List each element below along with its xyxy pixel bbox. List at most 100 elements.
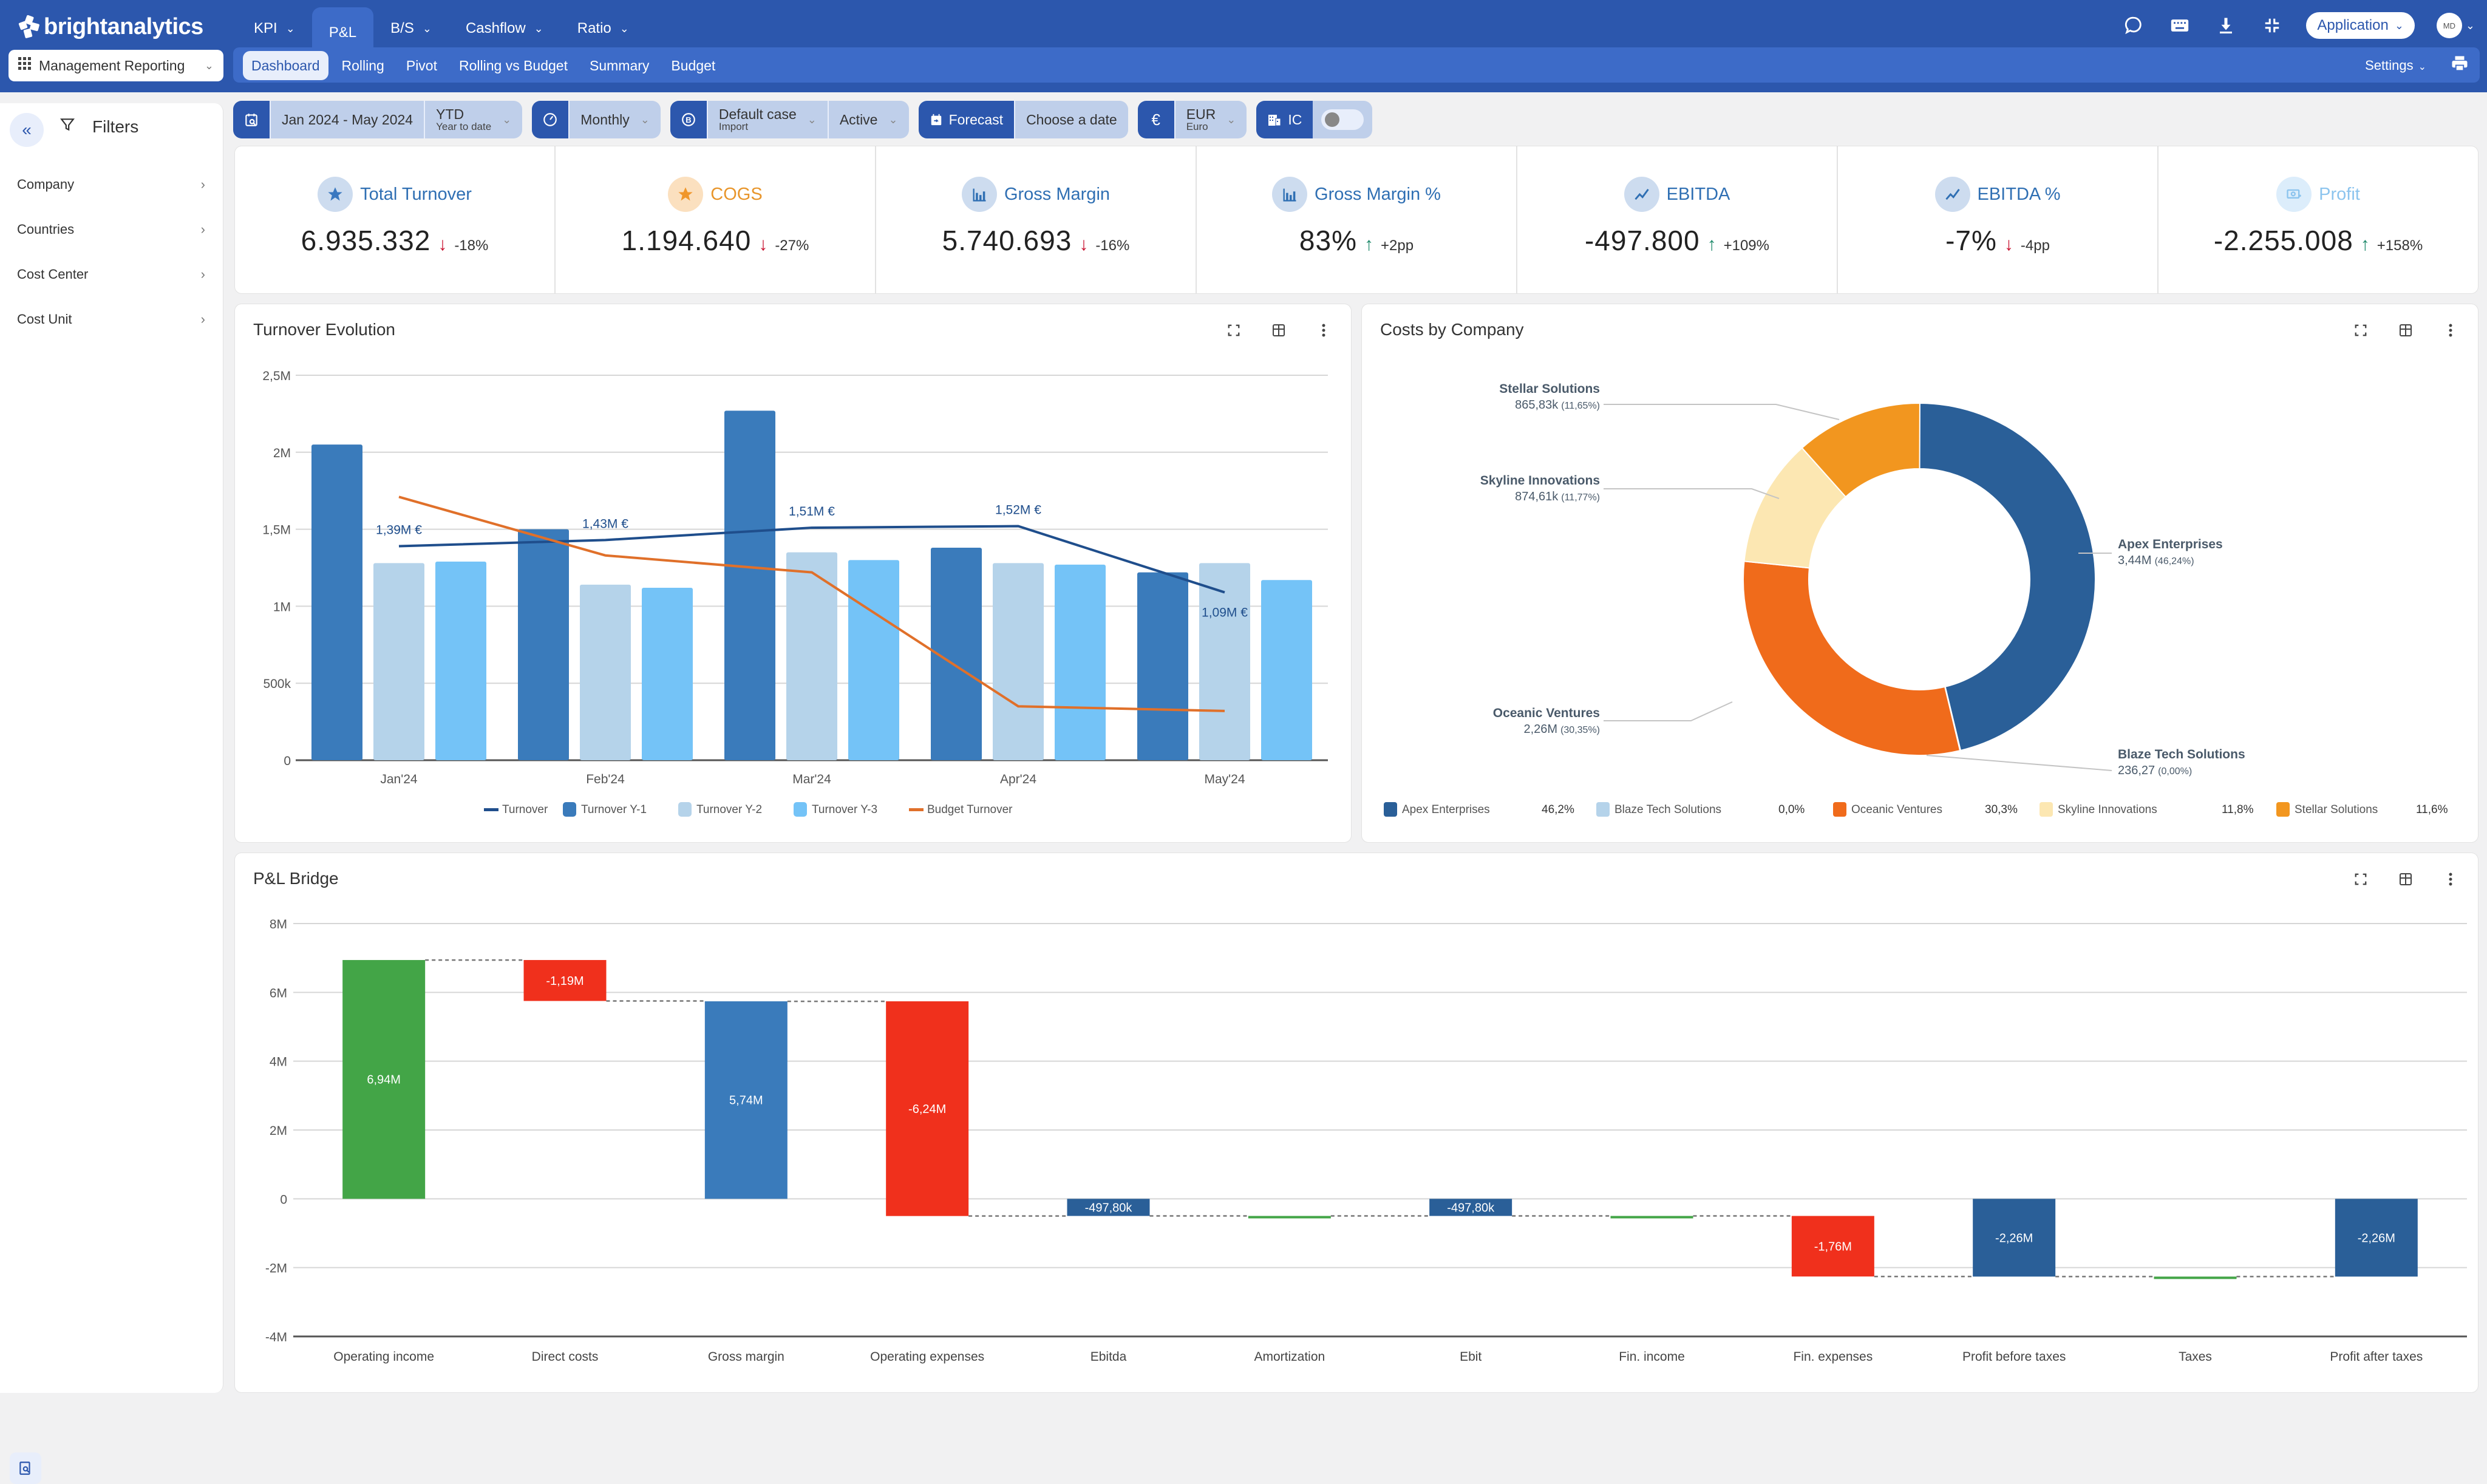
kpi-card-gross-margin[interactable]: Gross Margin 5.740.693 ↓ -16%	[876, 146, 1197, 293]
kpi-card-ebitda[interactable]: EBITDA % -7% ↓ -4pp	[1838, 146, 2159, 293]
forecast-date-input[interactable]: Choose a date	[1014, 101, 1128, 138]
filter-bar: Jan 2024 - May 2024 YTD Year to date ⌄ Mo…	[233, 101, 1373, 138]
bar-turnover-y-3-3[interactable]	[1055, 564, 1106, 760]
ic-toggle[interactable]	[1321, 109, 1364, 130]
chevron-right-icon: ›	[200, 311, 205, 327]
y-tick-label: 1,5M	[262, 523, 291, 537]
report-search-button[interactable]	[10, 1452, 41, 1484]
sub-tab-pivot[interactable]: Pivot	[398, 51, 446, 80]
filter-item-cost-unit[interactable]: Cost Unit ›	[17, 301, 205, 338]
kpi-header: Total Turnover	[235, 177, 554, 212]
bar-turnover-y-1-0[interactable]	[311, 444, 362, 760]
status-value: Active	[839, 111, 878, 128]
bar-turnover-y-1-2[interactable]	[724, 410, 775, 760]
bridge-value-label: -497,80k	[1085, 1201, 1133, 1214]
bar-turnover-y-3-0[interactable]	[435, 561, 486, 760]
x-tick-label: Feb'24	[586, 772, 625, 786]
bridge-value-label: -2,26M	[2358, 1231, 2395, 1245]
forecast-toggle[interactable]: Forecast	[918, 101, 1015, 138]
legend-label[interactable]: Blaze Tech Solutions	[1614, 803, 1721, 816]
user-menu[interactable]: MD ⌄	[2436, 13, 2475, 38]
kpi-card-gross-margin[interactable]: Gross Margin % 83% ↑ +2pp	[1197, 146, 1517, 293]
scenario-select[interactable]: Default case Import ⌄	[706, 101, 828, 138]
sub-tab-rolling-vs-budget[interactable]: Rolling vs Budget	[451, 51, 576, 80]
sub-tab-dashboard[interactable]: Dashboard	[243, 51, 328, 80]
filter-item-countries[interactable]: Countries ›	[17, 211, 205, 248]
print-icon[interactable]	[2451, 55, 2469, 77]
bar-turnover-y-1-4[interactable]	[1137, 572, 1188, 760]
main-tab-kpi[interactable]: KPI ⌄	[237, 7, 312, 50]
x-tick-label: Taxes	[2179, 1350, 2212, 1364]
bridge-bar-taxes[interactable]	[2154, 1276, 2237, 1279]
kpi-card-cogs[interactable]: COGS 1.194.640 ↓ -27%	[556, 146, 876, 293]
main-tab-ratio[interactable]: Ratio ⌄	[560, 7, 646, 50]
application-dropdown[interactable]: Application ⌄	[2306, 12, 2415, 39]
trend-line-icon	[1934, 177, 1970, 212]
main-tab-cashflow[interactable]: Cashflow ⌄	[449, 7, 560, 50]
bar-turnover-y-3-4[interactable]	[1261, 580, 1312, 760]
arrow-up-icon: ↑	[1364, 234, 1373, 254]
bar-turnover-y-3-1[interactable]	[642, 587, 693, 760]
kpi-header: Gross Margin	[876, 177, 1196, 212]
legend-label[interactable]: Turnover	[502, 803, 548, 816]
period-range[interactable]: Jan 2024 - May 2024	[270, 101, 424, 138]
currency-select[interactable]: EUR Euro ⌄	[1174, 101, 1247, 138]
sub-tab-budget[interactable]: Budget	[662, 51, 724, 80]
legend-label[interactable]: Stellar Solutions	[2295, 803, 2378, 816]
legend-label[interactable]: Turnover Y-2	[696, 803, 762, 816]
kpi-card-ebitda[interactable]: EBITDA -497.800 ↑ +109%	[1517, 146, 1838, 293]
brand-name: brightanalytics	[44, 13, 203, 39]
filter-item-label: Company	[17, 177, 75, 192]
legend-percent: 11,8%	[2222, 803, 2254, 816]
bar-turnover-y-2-3[interactable]	[993, 563, 1044, 760]
pl-bridge-chart: -4M -2M 0 2M 4M 6M 8M 6,94M Operating income -1,1…	[265, 917, 2467, 1364]
slice-value: 3,44M	[2118, 554, 2152, 567]
bar-turnover-y-3-2[interactable]	[848, 560, 899, 760]
legend-label[interactable]: Budget Turnover	[927, 803, 1013, 816]
costs-donut-chart: Apex Enterprises 3,44M (46,24%) Blaze Tech …	[1384, 382, 2448, 817]
brand-logo[interactable]: brightanalytics	[18, 12, 203, 41]
settings-dropdown[interactable]: Settings ⌄	[2365, 58, 2426, 73]
bridge-bar-amortization[interactable]	[1248, 1216, 1331, 1219]
legend-label[interactable]: Skyline Innovations	[2058, 803, 2157, 816]
y-tick-label: 2M	[273, 446, 291, 460]
scenario-filter[interactable]: B Default case Import ⌄ Active ⌄	[670, 101, 909, 138]
bar-turnover-y-2-0[interactable]	[373, 563, 424, 760]
workspace-selector[interactable]: Management Reporting ⌄	[9, 50, 223, 81]
filter-item-company[interactable]: Company ›	[17, 166, 205, 203]
kpi-card-total-turnover[interactable]: Total Turnover 6.935.332 ↓ -18%	[235, 146, 556, 293]
period-filter[interactable]: Jan 2024 - May 2024 YTD Year to date ⌄	[233, 101, 523, 138]
sub-tab-summary[interactable]: Summary	[581, 51, 658, 80]
legend-label[interactable]: Oceanic Ventures	[1851, 803, 1942, 816]
collapse-sidebar-button[interactable]: «	[10, 113, 44, 147]
bar-turnover-y-1-1[interactable]	[518, 529, 569, 760]
bar-turnover-y-2-4[interactable]	[1199, 563, 1250, 760]
sub-tab-rolling[interactable]: Rolling	[333, 51, 393, 80]
frequency-select[interactable]: Monthly ⌄	[568, 101, 661, 138]
intercompany-filter[interactable]: IC	[1256, 101, 1373, 138]
legend-label[interactable]: Turnover Y-1	[581, 803, 647, 816]
turnover-data-label: 1,52M €	[995, 503, 1041, 517]
exit-fullscreen-icon[interactable]	[2260, 13, 2284, 38]
slice-oceanic-ventures[interactable]	[1743, 560, 1961, 756]
bridge-bar-fin-income[interactable]	[1610, 1216, 1693, 1219]
slice-value-label: 865,83k (11,65%)	[1515, 398, 1600, 412]
download-icon[interactable]	[2214, 13, 2238, 38]
legend-label[interactable]: Apex Enterprises	[1402, 803, 1490, 816]
chat-icon[interactable]	[2121, 13, 2146, 38]
filter-icon	[60, 117, 75, 137]
frequency-filter[interactable]: Monthly ⌄	[532, 101, 661, 138]
status-select[interactable]: Active ⌄	[827, 101, 909, 138]
kpi-value-row: 6.935.332 ↓ -18%	[235, 224, 554, 257]
currency-filter[interactable]: € EUR Euro ⌄	[1137, 101, 1247, 138]
filter-item-cost-center[interactable]: Cost Center ›	[17, 256, 205, 293]
main-tab-b-s[interactable]: B/S ⌄	[373, 7, 449, 50]
period-mode-select[interactable]: YTD Year to date ⌄	[424, 101, 522, 138]
y-tick-label: 2M	[270, 1124, 287, 1138]
forecast-filter[interactable]: Forecast Choose a date	[918, 101, 1128, 138]
calendar-search-icon	[233, 101, 270, 138]
bar-turnover-y-2-1[interactable]	[580, 584, 631, 760]
keyboard-icon[interactable]	[2168, 13, 2192, 38]
kpi-card-profit[interactable]: Profit -2.255.008 ↑ +158%	[2159, 146, 2478, 293]
legend-label[interactable]: Turnover Y-3	[812, 803, 877, 816]
